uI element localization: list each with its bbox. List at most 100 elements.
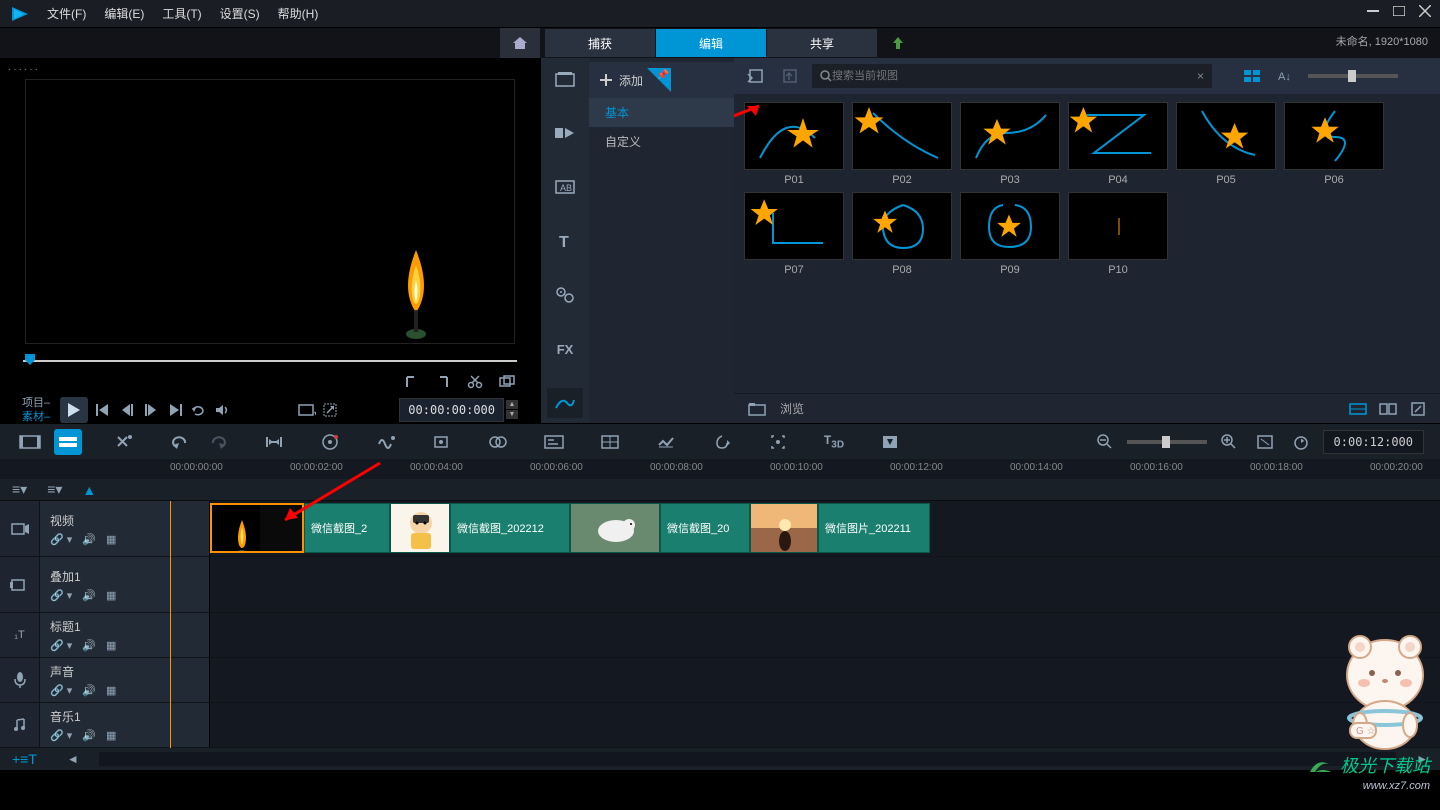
home-button[interactable] [500, 28, 540, 58]
thumbnail-size-slider[interactable] [1308, 74, 1398, 78]
path-thumb-p02[interactable]: P02 [852, 102, 952, 186]
search-box[interactable]: × [812, 64, 1212, 88]
menu-edit[interactable]: 编辑(E) [104, 5, 144, 22]
sort-button[interactable]: A↓ [1274, 65, 1298, 87]
next-frame-button[interactable] [140, 399, 162, 421]
resize-preview-button[interactable]: ▾ [296, 399, 318, 421]
mark-out-button[interactable] [432, 372, 454, 392]
clip-wechat-4[interactable]: 微信图片_202211 [818, 503, 930, 553]
trim-button[interactable] [260, 429, 288, 455]
go-end-button[interactable] [164, 399, 186, 421]
path-thumb-p10[interactable]: P10 [1068, 192, 1168, 276]
clip-sunset[interactable] [750, 503, 818, 553]
titles-icon[interactable]: AB [547, 172, 583, 202]
add-track-button[interactable]: +≡T [12, 751, 37, 767]
preview-scrubber[interactable] [23, 352, 517, 366]
disc-button[interactable] [316, 429, 344, 455]
playhead-line[interactable] [170, 501, 171, 748]
tools-button[interactable] [110, 429, 138, 455]
fit-button[interactable] [1251, 429, 1279, 455]
category-custom[interactable]: 自定义 [589, 127, 734, 156]
path-thumb-p07[interactable]: P07 [744, 192, 844, 276]
timer-button[interactable] [1287, 429, 1315, 455]
edit-panel-button[interactable] [1406, 397, 1430, 421]
timeline-view-button[interactable] [1346, 397, 1370, 421]
link-icon[interactable]: 🔗 ▾ [50, 533, 72, 546]
clip-candle[interactable] [210, 503, 304, 553]
speed-button[interactable] [652, 429, 680, 455]
tracking-button[interactable] [764, 429, 792, 455]
3d-title-button[interactable]: T3D [820, 429, 848, 455]
timecode-up[interactable]: ▲ [506, 400, 518, 409]
media-library-icon[interactable] [547, 64, 583, 94]
clip-wechat-1[interactable]: 微信截图_2 [304, 503, 390, 553]
path-thumb-p03[interactable]: P03 [960, 102, 1060, 186]
path-thumb-p08[interactable]: P08 [852, 192, 952, 276]
lock-icon[interactable]: ▦ [106, 533, 116, 546]
storyboard-view-button[interactable] [1376, 397, 1400, 421]
path-thumb-p04[interactable]: P04 [1068, 102, 1168, 186]
transitions-icon[interactable] [547, 118, 583, 148]
fullscreen-button[interactable] [320, 399, 342, 421]
tab-edit[interactable]: 编辑 [656, 29, 766, 57]
menu-help[interactable]: 帮助(H) [278, 5, 319, 22]
loop-button[interactable] [188, 399, 210, 421]
close-button[interactable] [1418, 4, 1432, 18]
import-button[interactable] [744, 64, 768, 88]
snapshot-button[interactable] [496, 372, 518, 392]
tab-capture[interactable]: 捕获 [545, 29, 655, 57]
motion-path-icon[interactable] [547, 388, 583, 418]
volume-button[interactable] [212, 399, 234, 421]
go-start-button[interactable] [92, 399, 114, 421]
chroma-button[interactable] [484, 429, 512, 455]
graphics-icon[interactable] [547, 280, 583, 310]
scroll-left-button[interactable]: ◄ [67, 752, 79, 766]
undo-button[interactable] [166, 429, 194, 455]
mark-in-button[interactable] [400, 372, 422, 392]
play-button[interactable] [60, 397, 88, 423]
split-screen-button[interactable] [596, 429, 624, 455]
clip-cartoon[interactable] [390, 503, 450, 553]
clip-wechat-3[interactable]: 微信截图_20 [660, 503, 750, 553]
track-expand-button[interactable]: ▲ [82, 482, 96, 498]
path-thumb-p01[interactable]: P01 [744, 102, 844, 186]
redo-button[interactable] [204, 429, 232, 455]
fx-icon[interactable]: FX [547, 334, 583, 364]
menu-tools[interactable]: 工具(T) [162, 5, 201, 22]
pan-zoom-button[interactable] [708, 429, 736, 455]
pin-corner[interactable]: 📌 [647, 68, 671, 92]
horizontal-scrollbar[interactable] [99, 752, 1396, 766]
timeline-ruler[interactable]: 00:00:00:00 00:00:02:00 00:00:04:00 00:0… [0, 459, 1440, 479]
timeline-timecode[interactable]: 0:00:12:000 [1323, 430, 1424, 454]
path-thumb-p05[interactable]: P05 [1176, 102, 1276, 186]
minimize-button[interactable] [1366, 4, 1380, 18]
path-thumb-p06[interactable]: P06 [1284, 102, 1384, 186]
track-add-button[interactable]: ≡▾ [12, 481, 27, 498]
path-thumb-p09[interactable]: P09 [960, 192, 1060, 276]
search-clear-icon[interactable]: × [1197, 69, 1204, 83]
maximize-button[interactable] [1392, 4, 1406, 18]
search-input[interactable] [832, 70, 1197, 82]
timecode-down[interactable]: ▼ [506, 410, 518, 419]
mode-clip-label[interactable]: 素材– [22, 410, 50, 424]
audio-mixer-button[interactable] [372, 429, 400, 455]
clip-bird[interactable] [570, 503, 660, 553]
storyboard-mode-button[interactable] [16, 429, 44, 455]
browse-folder-button[interactable] [746, 397, 770, 421]
clip-wechat-2[interactable]: 微信截图_202212 [450, 503, 570, 553]
export-button[interactable] [778, 64, 802, 88]
mode-project-label[interactable]: 项目– [22, 396, 50, 410]
track-remove-button[interactable]: ≡▾ [47, 481, 62, 498]
zoom-slider[interactable] [1127, 440, 1207, 444]
zoom-in-button[interactable] [1215, 429, 1243, 455]
mute-icon[interactable]: 🔊 [82, 533, 96, 546]
upload-button[interactable] [880, 29, 916, 57]
view-grid-button[interactable] [1240, 65, 1264, 87]
tab-share[interactable]: 共享 [767, 29, 877, 57]
prev-frame-button[interactable] [116, 399, 138, 421]
menu-file[interactable]: 文件(F) [47, 5, 86, 22]
menu-settings[interactable]: 设置(S) [220, 5, 260, 22]
add-button[interactable]: 添加 [599, 72, 643, 89]
scrubber-handle[interactable] [23, 352, 37, 366]
subtitle-button[interactable] [540, 429, 568, 455]
